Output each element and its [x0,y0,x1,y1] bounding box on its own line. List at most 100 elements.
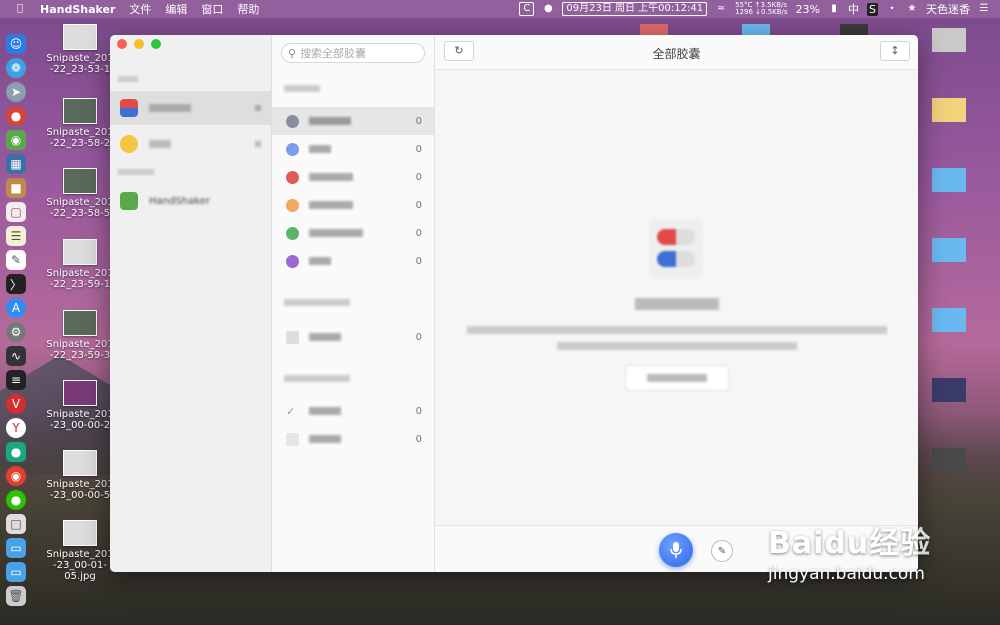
menu-help[interactable]: 帮助 [237,1,259,17]
desktop-file[interactable]: Snipaste_201 -22_23-58-2 [40,98,120,149]
desktop-thumbnail[interactable] [932,378,966,402]
folder-icon[interactable] [932,238,966,262]
file-thumbnail [63,380,97,406]
file-name: Snipaste_201 [46,268,114,279]
file-name: Snipaste_201 [46,339,114,350]
launchpad-icon[interactable]: ➤ [6,82,26,102]
input-method[interactable]: 中 [848,1,859,17]
folder-icon[interactable] [932,308,966,332]
calendar-icon[interactable]: ▢ [6,202,26,222]
sidebar-item-photos[interactable] [110,127,271,161]
desktop-file[interactable]: Snipaste_201 -23_00-00-5 [40,450,120,501]
app-red-icon[interactable]: ● [6,106,26,126]
sidebar-item-count [255,105,261,111]
app-menu[interactable]: HandShaker [40,3,115,16]
battery-icon[interactable]: ▮ [828,3,840,15]
settings-icon[interactable]: ⚙ [6,322,26,342]
list-item[interactable]: 0 [272,135,434,163]
category-dot-icon [286,198,299,212]
new-note-button[interactable]: ✎ [711,540,733,562]
yandex-icon[interactable]: Y [6,418,26,438]
login-button[interactable] [625,365,729,391]
clock[interactable]: 09月23日 周日 上午00:12:41 [562,2,708,16]
downloads-folder-icon[interactable]: ▭ [6,562,26,582]
user-name[interactable]: 天色迷香 [926,1,970,17]
notes-icon[interactable]: ☰ [6,226,26,246]
apple-icon[interactable]:  [14,3,26,15]
checkmark-icon: ✓ [286,404,296,418]
sidebar-device-label: HandShaker [149,195,210,207]
menu-file[interactable]: 文件 [129,1,151,17]
list-item[interactable]: 0 [272,219,434,247]
globe-icon[interactable]: ● [542,3,554,15]
bluetooth-icon[interactable]: ⋆ [886,3,898,15]
list-item[interactable]: 0 [272,247,434,275]
list-item-count: 0 [415,255,422,267]
list-item[interactable]: 0 [272,323,434,351]
folder-icon[interactable]: ▭ [6,538,26,558]
folder-icon[interactable] [932,168,966,192]
box-icon[interactable]: ■ [6,178,26,198]
finder-icon[interactable]: ☺ [6,34,26,54]
handshaker-window: HandShaker ⚲ 搜索全部胶囊 0 0 0 0 0 0 0 ✓ 0 0 … [110,35,918,572]
preview-icon[interactable]: ▦ [6,154,26,174]
vivaldi-icon[interactable]: V [6,394,26,414]
c-status-icon[interactable]: C [519,2,535,16]
menu-edit[interactable]: 编辑 [165,1,187,17]
sidebar-item-count [255,141,261,147]
file-name-sub: -23_00-01-05.jpg [53,560,107,582]
desktop-file[interactable]: Snipaste_201 -23_00-01-05.jpg [40,520,120,582]
voice-record-button[interactable] [659,533,693,567]
sidebar-item-device[interactable]: HandShaker [110,184,271,218]
sidebar: HandShaker [110,35,272,572]
file-name: Snipaste_201 [46,479,114,490]
list-item-count: 0 [415,199,422,211]
desktop-file[interactable]: Snipaste_201 -22_23-59-3 [40,310,120,361]
activity-monitor-icon[interactable]: ∿ [6,346,26,366]
list-item[interactable]: 0 [272,163,434,191]
list-item-all[interactable]: 0 [272,107,434,135]
minimize-button[interactable] [134,39,144,49]
appstore-icon[interactable]: A [6,298,26,318]
list-item[interactable]: ✓ 0 [272,397,434,425]
edit-icon: ✎ [717,545,727,557]
search-input[interactable]: ⚲ 搜索全部胶囊 [281,43,425,63]
list-icon[interactable]: ☰ [978,3,990,15]
safari-icon[interactable]: ❁ [6,58,26,78]
sort-button[interactable]: ↕ [880,41,910,61]
list-item-count: 0 [415,171,422,183]
category-dot-icon [286,142,299,156]
desktop-thumbnail[interactable] [932,98,966,122]
file-name: Snipaste_201 [46,549,114,560]
zoom-button[interactable] [151,39,161,49]
s-status-icon[interactable]: S [867,2,878,16]
star-icon[interactable]: ★ [906,3,918,15]
trash-icon[interactable]: 🗑 [6,586,26,606]
desktop-file[interactable]: Snipaste_201 -22_23-53-1 [40,24,120,75]
document-icon[interactable]: □ [6,514,26,534]
android-icon[interactable]: ◉ [6,130,26,150]
menu-window[interactable]: 窗口 [201,1,223,17]
menu-bar:  HandShaker 文件 编辑 窗口 帮助 C ● 09月23日 周日 上… [0,0,1000,18]
battery-percent[interactable]: 23% [796,3,820,16]
sidebar-section-header [118,169,154,175]
desktop-thumbnail[interactable] [932,448,966,472]
list-section-header [284,375,350,382]
terminal-icon[interactable]: 〉 [6,274,26,294]
list-item[interactable]: 0 [272,191,434,219]
desktop-thumbnail[interactable] [932,28,966,52]
desktop-file[interactable]: Snipaste_201 -22_23-59-1 [40,239,120,290]
main-panel: ↻ 全部胶囊 ↕ ✎ [435,35,918,572]
close-button[interactable] [117,39,127,49]
textedit-icon[interactable]: ✎ [6,250,26,270]
list-item[interactable]: 0 [272,425,434,453]
wifi-icon[interactable]: ≈ [715,3,727,15]
weibo-icon[interactable]: ◉ [6,466,26,486]
sidebar-item-capsules[interactable] [110,91,271,125]
desktop-file[interactable]: Snipaste_201 -22_23-58-5 [40,168,120,219]
console-icon[interactable]: ≡ [6,370,26,390]
desktop-file[interactable]: Snipaste_201 -23_00-00-2 [40,380,120,431]
file-thumbnail [63,168,97,194]
wechat-icon[interactable]: ● [6,490,26,510]
green-app-icon[interactable]: ● [6,442,26,462]
